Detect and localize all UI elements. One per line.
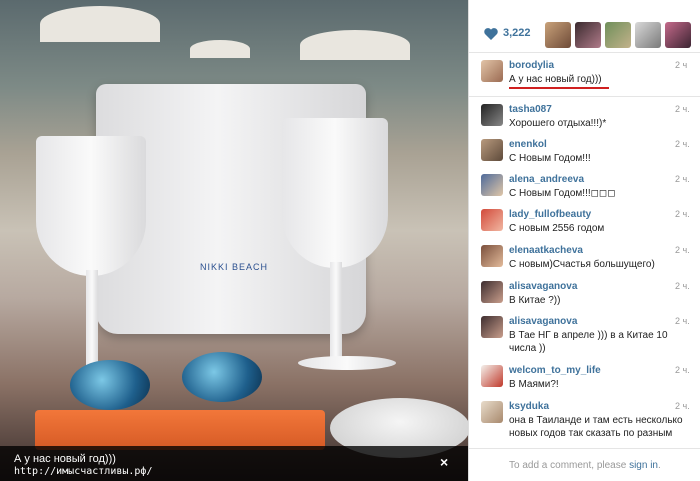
comment-time: 2 ч.: [675, 401, 690, 411]
comments-panel: 3,222 borodylia 2 ч А у нас новый год)))…: [468, 0, 700, 481]
umbrella-shape: [40, 6, 160, 42]
likes-bar: 3,222: [469, 18, 700, 52]
likes-count[interactable]: 3,222: [503, 27, 531, 39]
highlight-underline: [509, 87, 609, 89]
comment-username[interactable]: alena_andreeva: [509, 174, 584, 185]
divider: [469, 96, 700, 97]
liker-avatar[interactable]: [605, 22, 631, 48]
comment-username[interactable]: alisavaganova: [509, 281, 577, 292]
heart-icon[interactable]: [483, 26, 499, 42]
avatar[interactable]: [481, 60, 503, 82]
comment-username[interactable]: welcom_to_my_life: [509, 365, 601, 376]
comment-text: В Тае НГ в апреле ))) в а Китае 10 числа…: [509, 330, 668, 354]
avatar[interactable]: [481, 104, 503, 126]
photo-caption-bar: А у нас новый год))) http://имысчастливы…: [0, 446, 468, 481]
caption-url[interactable]: http://имысчастливы.рф/: [14, 465, 152, 479]
liker-avatar[interactable]: [635, 22, 661, 48]
comment-time: 2 ч.: [675, 245, 690, 255]
comment-text: Хорошего отдыха!!!)*: [509, 118, 607, 129]
champagne-glass-right: [282, 118, 388, 268]
comment-username[interactable]: tasha087: [509, 104, 552, 115]
umbrella-shape: [300, 30, 410, 60]
glass-base-right: [298, 356, 396, 370]
liker-avatar[interactable]: [665, 22, 691, 48]
comment-time: 2 ч.: [675, 209, 690, 219]
comment-text: В Китае ?)): [509, 295, 561, 306]
add-comment-suffix: .: [657, 460, 661, 471]
avatar[interactable]: [481, 174, 503, 196]
avatar[interactable]: [481, 245, 503, 267]
comment-text: она в Таиланде и там есть несколько новы…: [509, 415, 683, 439]
sunglasses: [70, 352, 270, 412]
comment-username[interactable]: alisavaganova: [509, 316, 577, 327]
close-icon[interactable]: ×: [440, 455, 448, 469]
comment-text: А у нас новый год))): [509, 74, 602, 85]
comment-time: 2 ч: [675, 60, 688, 70]
comment-time: 2 ч.: [675, 365, 690, 375]
comment-text: В Маями?!: [509, 379, 559, 390]
comment-text: С Новым Годом!!!◻◻◻: [509, 188, 616, 199]
comment-text: С новым)Счастья большущего): [509, 259, 655, 270]
avatar[interactable]: [481, 401, 503, 423]
divider: [469, 52, 700, 53]
caption-text: А у нас новый год))): [14, 453, 116, 465]
comment-time: 2 ч.: [675, 174, 690, 184]
comment-time: 2 ч.: [675, 104, 690, 114]
avatar[interactable]: [481, 281, 503, 303]
comment-time: 2 ч.: [675, 281, 690, 291]
avatar[interactable]: [481, 316, 503, 338]
umbrella-shape: [190, 40, 250, 58]
liker-avatar[interactable]: [545, 22, 571, 48]
bucket-logo: NIKKI BEACH: [200, 262, 269, 272]
comment-username[interactable]: borodylia: [509, 60, 554, 71]
comment-username[interactable]: elenaatkacheva: [509, 245, 583, 256]
add-comment-prompt: To add a comment, please sign in.: [509, 460, 661, 471]
comment-username[interactable]: ksyduka: [509, 401, 549, 412]
avatar[interactable]: [481, 209, 503, 231]
glass-stem-right: [330, 262, 342, 362]
comment-text: С Новым Годом!!!: [509, 153, 591, 164]
add-comment-text: To add a comment, please: [509, 460, 630, 471]
post-photo[interactable]: NIKKI BEACH А у нас новый год))) http://…: [0, 0, 468, 481]
champagne-glass-left: [36, 136, 146, 276]
avatar[interactable]: [481, 365, 503, 387]
comment-username[interactable]: enenkol: [509, 139, 547, 150]
sign-in-link[interactable]: sign in: [629, 460, 658, 471]
comment-text: С новым 2556 годом: [509, 223, 605, 234]
divider: [469, 448, 700, 449]
comment-time: 2 ч.: [675, 139, 690, 149]
comment-username[interactable]: lady_fullofbeauty: [509, 209, 591, 220]
comment-time: 2 ч.: [675, 316, 690, 326]
liker-avatar[interactable]: [575, 22, 601, 48]
avatar[interactable]: [481, 139, 503, 161]
sunscreen-bottle: [35, 410, 325, 450]
